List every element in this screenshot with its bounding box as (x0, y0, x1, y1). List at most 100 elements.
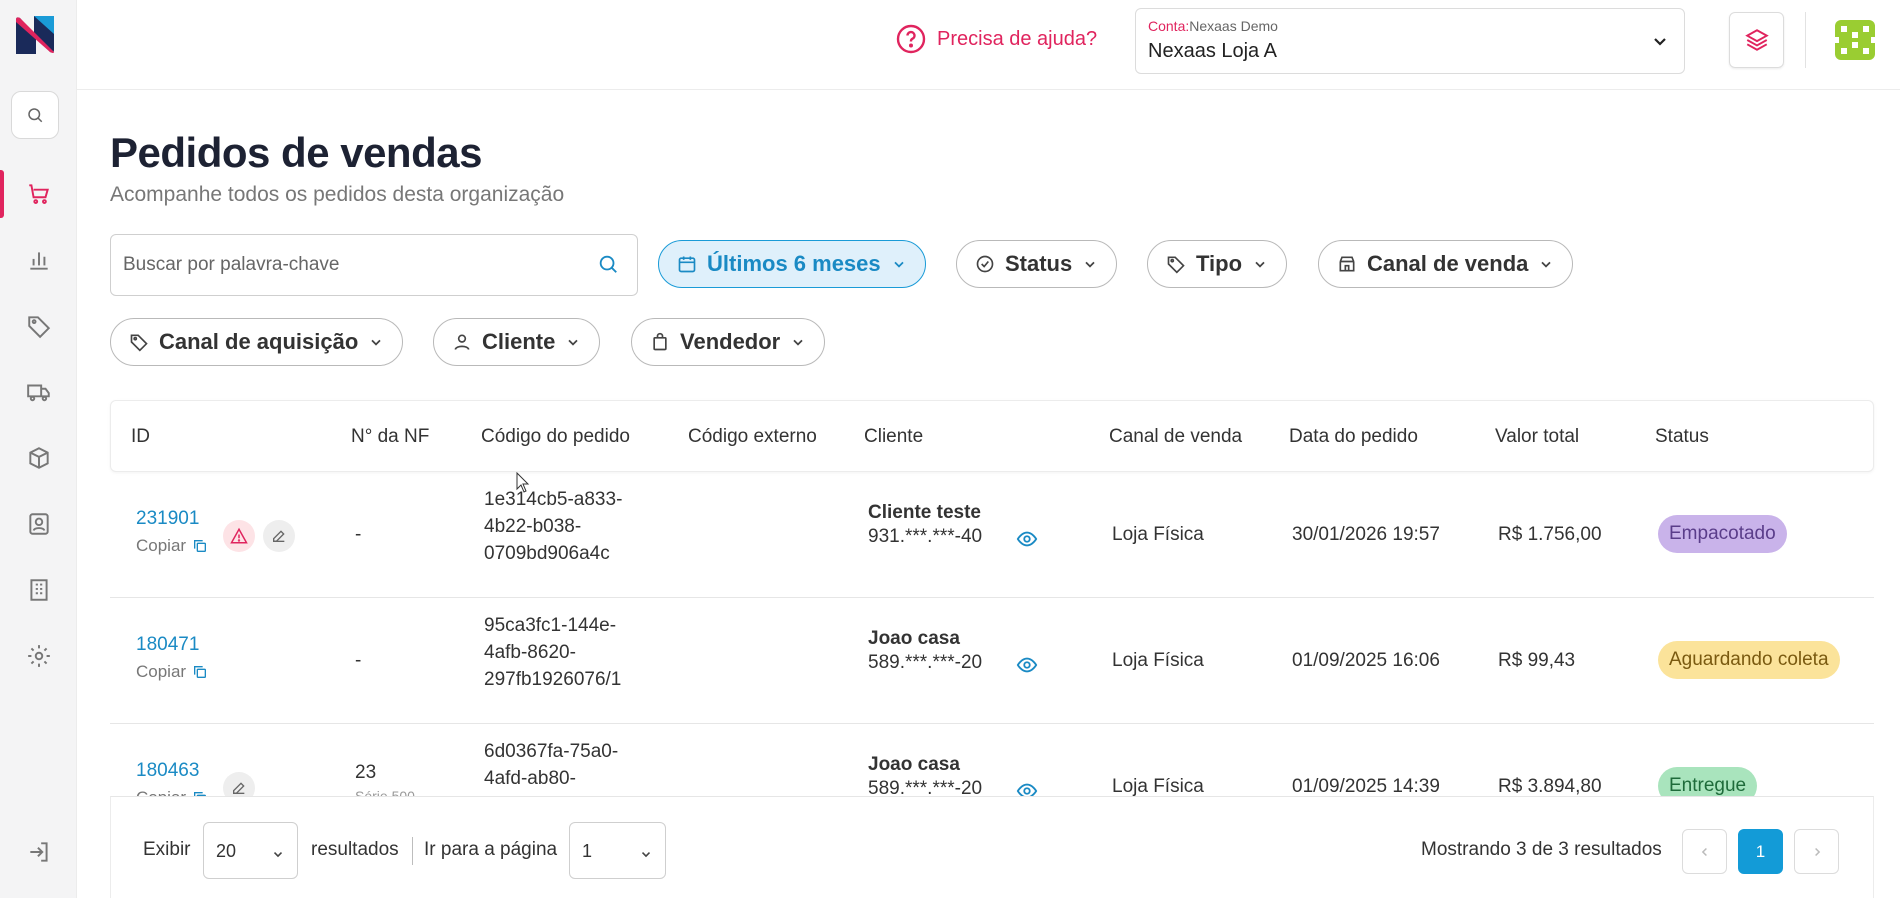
order-code-line: 1e314cb5-a833- (484, 489, 623, 510)
client-info: Joao casa 589.***.***-20 (868, 628, 982, 674)
table-row[interactable]: 180471 Copiar - 95ca3fc1-144e- 4afb-8620… (110, 598, 1874, 724)
nf-number: - (355, 650, 362, 671)
warning-button[interactable] (223, 520, 255, 552)
main-content: Pedidos de vendas Acompanhe todos os ped… (77, 91, 1900, 898)
pencil-icon (233, 782, 245, 794)
order-id-link[interactable]: 231901 (136, 508, 199, 530)
next-page-button[interactable] (1794, 829, 1839, 874)
client-document: 589.***.***-20 (868, 652, 983, 673)
page-subtitle: Acompanhe todos os pedidos desta organiz… (110, 183, 565, 206)
logout-icon (29, 842, 48, 862)
order-total: R$ 1.756,00 (1498, 524, 1602, 545)
column-header-id[interactable]: ID (131, 426, 150, 448)
table-row[interactable]: 231901 Copiar - 1e314cb5-a833- 4b22-b038… (110, 472, 1874, 598)
client-info: Cliente teste 931.***.***-40 (868, 502, 982, 548)
sales-channel: Loja Física (1112, 650, 1204, 671)
copy-id-button[interactable]: Copiar (136, 662, 208, 682)
sidebar-item-shipping[interactable] (0, 366, 77, 418)
sidebar-item-logout[interactable] (0, 826, 77, 878)
page-title: Pedidos de vendas (110, 129, 482, 176)
order-code-line: 95ca3fc1-144e- (484, 615, 617, 636)
sidebar-item-prices[interactable] (0, 300, 77, 352)
client-info: Joao casa 589.***.***-20 (868, 754, 982, 800)
goto-page-value: 1 (582, 841, 593, 861)
chevron-down-icon (894, 261, 904, 268)
column-header-codigo-pedido[interactable]: Código do pedido (481, 426, 630, 448)
client-name: Joao casa (868, 628, 960, 649)
sales-channel: Loja Física (1112, 524, 1204, 545)
account-label-key: Conta: (1148, 18, 1190, 34)
sidebar-item-orders[interactable] (0, 168, 77, 220)
brand-logo[interactable] (14, 14, 56, 56)
filter-canal-aquisicao[interactable]: Canal de aquisição (110, 318, 404, 366)
chevron-down-icon (1541, 261, 1552, 268)
order-code-line: 0709bd906a4c (484, 543, 610, 564)
order-code: 1e314cb5-a833- 4b22-b038- 0709bd906a4c (484, 486, 622, 567)
show-label: Exibir (143, 839, 191, 860)
sidebar-item-settings[interactable] (0, 630, 77, 682)
sidebar-item-organization[interactable] (0, 564, 77, 616)
filter-status[interactable]: Status (956, 240, 1118, 288)
filter-vendedor[interactable]: Vendedor (631, 318, 826, 366)
chevron-down-icon (371, 339, 381, 346)
filter-canal-venda[interactable]: Canal de venda (1318, 240, 1574, 288)
topbar-divider (1805, 12, 1806, 68)
per-page-select[interactable]: 20 (203, 822, 298, 879)
sidebar-item-products[interactable] (0, 432, 77, 484)
chevron-down-icon (1654, 38, 1666, 46)
search-input[interactable] (123, 235, 583, 295)
cart-icon (28, 184, 49, 204)
order-code: 6d0367fa-75a0- 4afd-ab80- (484, 738, 618, 792)
order-code: 95ca3fc1-144e- 4afb-8620- 297fb1926076/1 (484, 612, 621, 693)
column-header-valor-total[interactable]: Valor total (1495, 426, 1579, 448)
sales-channel: Loja Física (1112, 776, 1204, 797)
order-id-link[interactable]: 180471 (136, 634, 199, 656)
order-code-line: 297fb1926076/1 (484, 669, 622, 690)
top-bar: Precisa de ajuda? Conta:Nexaas Demo Nexa… (77, 0, 1900, 90)
column-header-nf[interactable]: N° da NF (351, 426, 429, 448)
previous-page-button[interactable] (1682, 829, 1727, 874)
eye-icon[interactable] (1016, 528, 1038, 550)
search-icon[interactable] (597, 253, 619, 275)
sidebar-search-button[interactable] (11, 91, 59, 139)
filter-tipo[interactable]: Tipo (1147, 240, 1288, 288)
column-header-cliente[interactable]: Cliente (864, 426, 923, 448)
filter-period[interactable]: Últimos 6 meses (658, 240, 926, 288)
layers-button[interactable] (1729, 12, 1784, 68)
help-link[interactable]: Precisa de ajuda? (895, 22, 1097, 56)
column-header-data-pedido[interactable]: Data do pedido (1289, 426, 1418, 448)
gear-icon (27, 645, 50, 667)
shopping-bag-icon (653, 332, 667, 351)
filter-period-label: Últimos 6 meses (707, 251, 881, 276)
page-button-current[interactable]: 1 (1738, 829, 1783, 874)
tag-icon (1167, 256, 1185, 274)
help-label: Precisa de ajuda? (937, 27, 1098, 50)
client-name: Cliente teste (868, 502, 981, 523)
store-icon (1339, 256, 1355, 272)
goto-page-select[interactable]: 1 (569, 822, 666, 879)
account-selector[interactable]: Conta:Nexaas Demo Nexaas Loja A (1135, 8, 1685, 74)
help-icon (896, 24, 926, 54)
order-id-link[interactable]: 180463 (136, 760, 199, 782)
column-header-canal-venda[interactable]: Canal de venda (1109, 426, 1242, 448)
eye-icon[interactable] (1016, 654, 1038, 676)
filter-vendedor-label: Vendedor (680, 329, 781, 354)
pencil-icon (273, 530, 285, 542)
results-summary: Mostrando 3 de 3 resultados (1421, 839, 1662, 860)
edit-button[interactable] (263, 520, 295, 552)
avatar[interactable] (1827, 12, 1883, 68)
filter-cliente[interactable]: Cliente (433, 318, 601, 366)
sidebar-item-reports[interactable] (0, 234, 77, 286)
box-icon (28, 447, 49, 469)
chevron-right-icon (1814, 847, 1820, 856)
check-circle-icon (976, 255, 994, 273)
store-name: Nexaas Loja A (1148, 40, 1277, 62)
copy-label: Copiar (136, 536, 187, 555)
column-header-status[interactable]: Status (1655, 426, 1709, 448)
column-header-codigo-externo[interactable]: Código externo (688, 426, 817, 448)
sidebar-item-contacts[interactable] (0, 498, 77, 550)
order-date: 30/01/2026 19:57 (1292, 524, 1440, 545)
copy-id-button[interactable]: Copiar (136, 536, 208, 556)
filter-cliente-label: Cliente (482, 329, 556, 354)
order-code-line: 6d0367fa-75a0- (484, 741, 619, 762)
